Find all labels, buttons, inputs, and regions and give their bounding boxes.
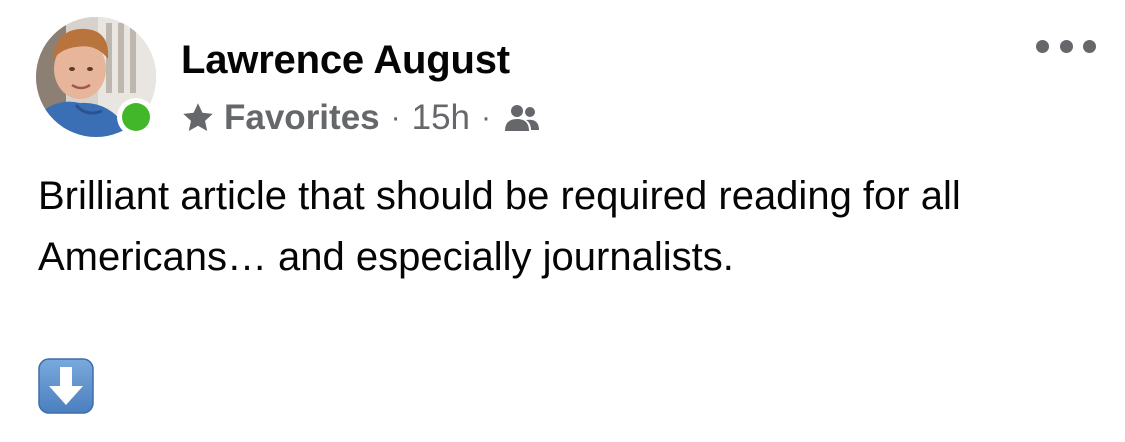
author-avatar[interactable] [36,17,156,137]
online-status-indicator [117,98,155,136]
meta-separator: · [481,101,492,134]
post-header: Lawrence August Favorites · 15h · [0,0,1125,150]
audience-label[interactable]: Favorites [224,98,380,138]
post-meta: Favorites · 15h · [180,96,540,140]
online-status-dot [122,103,150,131]
down-arrow-emoji-icon [38,358,94,414]
meta-separator: · [390,101,401,134]
star-icon [180,100,216,136]
more-dot [1059,39,1073,53]
author-name[interactable]: Lawrence August [181,36,510,84]
more-options-icon[interactable] [1036,28,1096,64]
more-dot [1036,39,1049,53]
post-text: Brilliant article that should be require… [38,174,961,279]
friends-icon[interactable] [504,103,540,133]
post-timestamp[interactable]: 15h [412,98,470,138]
more-dot [1083,39,1096,53]
